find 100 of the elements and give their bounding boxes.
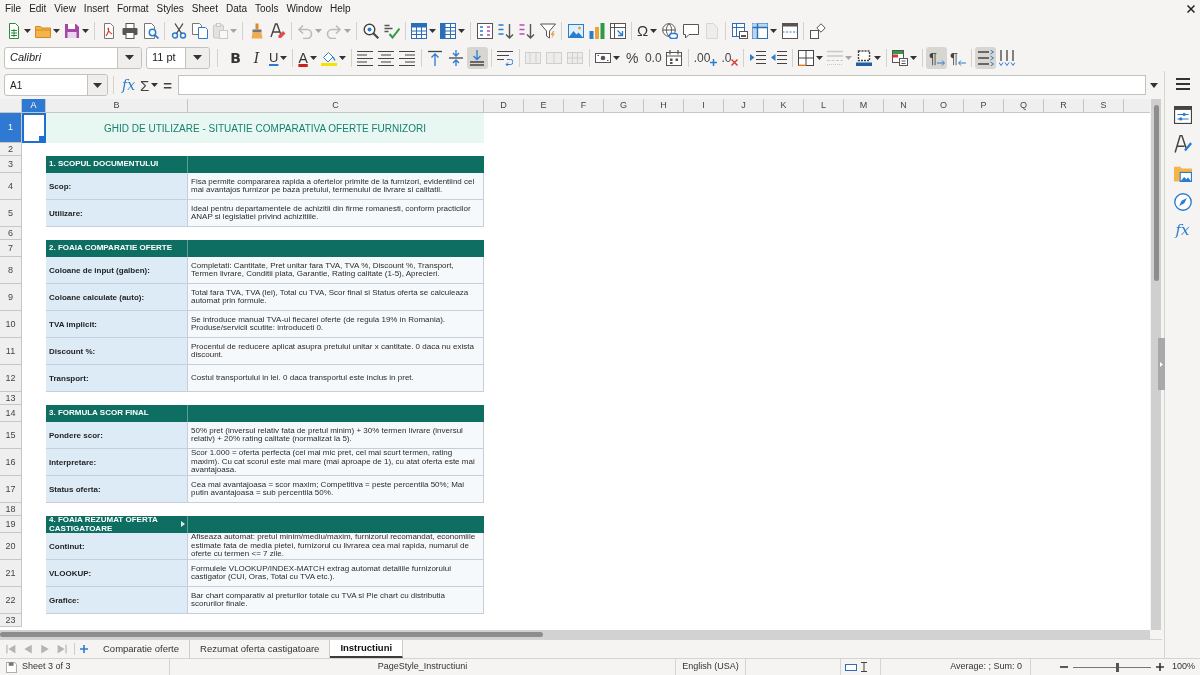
row-header[interactable]: 9 bbox=[0, 284, 22, 311]
font-size-field[interactable]: 11 pt bbox=[146, 46, 210, 69]
special-character-button[interactable]: Ω bbox=[635, 19, 660, 42]
add-decimal-button[interactable]: .00 bbox=[691, 46, 720, 69]
column-header[interactable]: H bbox=[644, 99, 684, 112]
row-header[interactable]: 20 bbox=[0, 533, 22, 560]
sum-button[interactable]: Σ bbox=[138, 74, 161, 96]
close-icon[interactable] bbox=[1187, 4, 1195, 13]
menu-item[interactable]: Styles bbox=[152, 0, 188, 17]
column-header[interactable]: D bbox=[484, 99, 524, 112]
cell-reference-field[interactable]: A1 bbox=[4, 74, 108, 96]
column-header[interactable]: J bbox=[724, 99, 764, 112]
fill-handle-icon[interactable] bbox=[39, 136, 44, 141]
menu-icon[interactable] bbox=[1175, 78, 1190, 90]
row-header[interactable]: 15 bbox=[0, 422, 22, 449]
horizontal-scrollbar[interactable] bbox=[0, 630, 1150, 639]
caret-icon bbox=[874, 55, 882, 60]
column-header[interactable]: E bbox=[524, 99, 564, 112]
sheet-tab[interactable]: Instructiuni bbox=[330, 640, 404, 658]
italic-button[interactable]: I bbox=[246, 46, 267, 69]
image-folder-icon[interactable] bbox=[1173, 164, 1192, 182]
column-header[interactable]: L bbox=[804, 99, 844, 112]
sheet-tab[interactable]: Comparatie oferte bbox=[93, 640, 191, 658]
left-to-right-button[interactable]: ¶ bbox=[926, 46, 948, 69]
menu-item[interactable]: Format bbox=[112, 0, 153, 17]
row-header[interactable]: 3 bbox=[0, 156, 22, 173]
functions-button[interactable]: fx bbox=[1173, 220, 1192, 240]
row-header[interactable]: 22 bbox=[0, 587, 22, 614]
delete-decimal-button[interactable]: .0 bbox=[719, 46, 741, 69]
row-header[interactable]: 14 bbox=[0, 405, 22, 422]
dropdown-button[interactable] bbox=[185, 47, 209, 68]
column-header[interactable]: M bbox=[844, 99, 884, 112]
font-color-button[interactable]: A bbox=[296, 46, 319, 69]
freeze-panes-icon bbox=[752, 22, 769, 39]
row-header[interactable]: 2 bbox=[0, 143, 22, 156]
column-header[interactable]: R bbox=[1044, 99, 1084, 112]
menu-item[interactable]: Tools bbox=[251, 0, 283, 17]
column-header[interactable]: P bbox=[964, 99, 1004, 112]
column-header[interactable]: Q bbox=[1004, 99, 1044, 112]
dropdown-button[interactable] bbox=[117, 47, 141, 68]
menu-item[interactable]: Insert bbox=[79, 0, 113, 17]
row-header[interactable]: 4 bbox=[0, 173, 22, 200]
letter-brush-icon[interactable] bbox=[1173, 135, 1192, 153]
slider-thumb[interactable] bbox=[1115, 662, 1119, 672]
row-header[interactable]: 8 bbox=[0, 257, 22, 284]
underline-button[interactable]: U bbox=[267, 46, 290, 69]
column-header[interactable]: A bbox=[22, 99, 46, 112]
column-header[interactable]: S bbox=[1084, 99, 1124, 112]
function-wizard-button[interactable]: fx bbox=[119, 74, 139, 96]
row-header[interactable]: 18 bbox=[0, 503, 22, 516]
menu-item[interactable]: File bbox=[1, 0, 26, 17]
row-header[interactable]: 19 bbox=[0, 516, 22, 533]
row-header[interactable]: 16 bbox=[0, 449, 22, 476]
text-horizontal-button[interactable] bbox=[975, 46, 997, 69]
column-header[interactable]: N bbox=[884, 99, 924, 112]
menu-item[interactable]: Edit bbox=[25, 0, 51, 17]
bold-button[interactable]: B bbox=[225, 46, 246, 69]
sidebar-collapse-handle[interactable] bbox=[1158, 338, 1165, 390]
selection-rectangle-icon[interactable] bbox=[845, 663, 857, 671]
column-header[interactable]: C bbox=[188, 99, 484, 112]
menu-item[interactable]: Data bbox=[221, 0, 252, 17]
column-header[interactable]: K bbox=[764, 99, 804, 112]
vertical-scrollbar[interactable] bbox=[1151, 99, 1161, 630]
menu-item[interactable]: Help bbox=[326, 0, 355, 17]
row-header[interactable]: 23 bbox=[0, 614, 22, 627]
column-header[interactable]: I bbox=[684, 99, 724, 112]
column-header[interactable]: O bbox=[924, 99, 964, 112]
align-bottom-button[interactable] bbox=[466, 46, 488, 69]
column-header[interactable]: F bbox=[564, 99, 604, 112]
dropdown-button[interactable] bbox=[87, 75, 107, 95]
merge-cells-icon bbox=[525, 49, 542, 66]
column-header[interactable]: G bbox=[604, 99, 644, 112]
menu-item[interactable]: Sheet bbox=[187, 0, 222, 17]
row-header[interactable]: 12 bbox=[0, 365, 22, 392]
menu-item[interactable]: View bbox=[50, 0, 80, 17]
font-name-field[interactable]: Calibri bbox=[4, 46, 142, 69]
zoom-in-icon[interactable] bbox=[1155, 663, 1164, 671]
percent-format-button[interactable]: % bbox=[621, 46, 643, 69]
row-header[interactable]: 17 bbox=[0, 476, 22, 503]
row-header[interactable]: 7 bbox=[0, 240, 22, 257]
row-header[interactable]: 6 bbox=[0, 227, 22, 240]
row-header[interactable]: 10 bbox=[0, 311, 22, 338]
text-cursor-icon[interactable] bbox=[861, 662, 867, 672]
formula-button[interactable]: = bbox=[160, 74, 176, 96]
row-header[interactable]: 11 bbox=[0, 338, 22, 365]
row-header[interactable]: 1 bbox=[0, 113, 22, 143]
column-header[interactable]: B bbox=[46, 99, 188, 112]
caret-icon bbox=[151, 83, 159, 87]
sliders-icon[interactable] bbox=[1173, 106, 1192, 124]
scrollbar-thumb[interactable] bbox=[0, 632, 543, 637]
right-to-left-button[interactable]: ¶ bbox=[947, 46, 969, 69]
row-header[interactable]: 21 bbox=[0, 560, 22, 587]
menu-item[interactable]: Window bbox=[282, 0, 326, 17]
formula-input-field[interactable] bbox=[178, 75, 1146, 95]
row-header[interactable]: 5 bbox=[0, 200, 22, 227]
row-header[interactable]: 13 bbox=[0, 392, 22, 405]
compass-icon[interactable] bbox=[1173, 193, 1192, 211]
scrollbar-thumb[interactable] bbox=[1153, 105, 1159, 281]
zoom-level-text[interactable]: 100% bbox=[1171, 660, 1195, 674]
number-format-button[interactable]: 0.0 bbox=[642, 46, 664, 69]
